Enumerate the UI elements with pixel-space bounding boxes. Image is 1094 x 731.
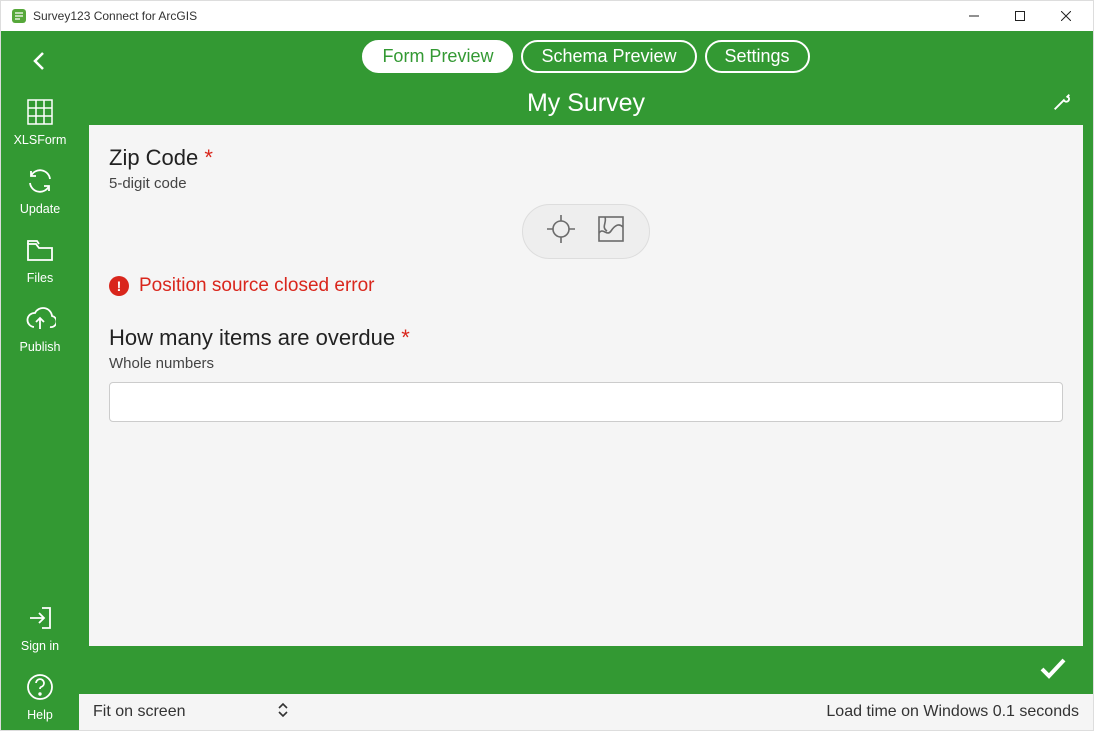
survey-title: My Survey [527, 89, 645, 118]
zoom-mode[interactable]: Fit on screen [93, 703, 185, 721]
question-hint: Whole numbers [109, 355, 1063, 372]
sidebar-item-publish[interactable]: Publish [20, 303, 61, 354]
sidebar-item-label: Files [27, 271, 53, 285]
content-column: Form Preview Schema Preview Settings My … [79, 31, 1093, 730]
overdue-count-input[interactable] [109, 382, 1063, 422]
survey-header: My Survey [89, 81, 1083, 125]
sidebar-item-label: Sign in [21, 639, 59, 653]
main-area: XLSForm Update Files P [1, 31, 1093, 730]
error-message: Position source closed error [109, 275, 1063, 297]
question-overdue-items: How many items are overdue * Whole numbe… [109, 325, 1063, 422]
question-hint: 5-digit code [109, 175, 1063, 192]
back-button[interactable] [28, 49, 52, 78]
sidebar-item-label: Publish [20, 340, 61, 354]
survey-footer [89, 646, 1083, 694]
refresh-icon [24, 165, 56, 197]
sidebar-item-label: XLSForm [14, 133, 67, 147]
locate-button[interactable] [545, 213, 577, 250]
minimize-button[interactable] [951, 1, 997, 31]
spreadsheet-icon [24, 96, 56, 128]
check-icon [1037, 652, 1069, 684]
error-text: Position source closed error [139, 275, 375, 297]
tools-icon[interactable] [1051, 91, 1073, 120]
sidebar-item-label: Update [20, 202, 60, 216]
sidebar: XLSForm Update Files P [1, 31, 79, 730]
sidebar-item-help[interactable]: Help [24, 671, 56, 722]
tab-bar: Form Preview Schema Preview Settings [79, 31, 1093, 81]
sidebar-item-update[interactable]: Update [20, 165, 60, 216]
zoom-stepper[interactable] [275, 702, 291, 723]
required-marker: * [401, 325, 410, 350]
form-preview: My Survey Zip Code * 5-digit code [89, 81, 1083, 694]
question-label: How many items are overdue * [109, 325, 1063, 351]
survey-body: Zip Code * 5-digit code [89, 125, 1083, 646]
sidebar-item-files[interactable]: Files [24, 234, 56, 285]
required-marker: * [204, 145, 213, 170]
sidebar-item-signin[interactable]: Sign in [21, 602, 59, 653]
sidebar-item-xlsform[interactable]: XLSForm [14, 96, 67, 147]
titlebar: Survey123 Connect for ArcGIS [1, 1, 1093, 31]
geopoint-pill [522, 204, 650, 259]
load-time: Load time on Windows 0.1 seconds [826, 703, 1079, 721]
window-title: Survey123 Connect for ArcGIS [33, 9, 197, 23]
geopoint-controls [109, 204, 1063, 259]
folder-icon [24, 234, 56, 266]
tab-schema-preview[interactable]: Schema Preview [521, 40, 696, 73]
submit-button[interactable] [1037, 652, 1069, 689]
sidebar-item-label: Help [27, 708, 53, 722]
tab-form-preview[interactable]: Form Preview [362, 40, 513, 73]
crosshair-icon [545, 213, 577, 245]
question-zip-code: Zip Code * 5-digit code [109, 145, 1063, 192]
cloud-upload-icon [24, 303, 56, 335]
question-label: Zip Code * [109, 145, 1063, 171]
signin-icon [24, 602, 56, 634]
map-icon [595, 213, 627, 245]
maximize-button[interactable] [997, 1, 1043, 31]
map-button[interactable] [595, 213, 627, 250]
app-icon [11, 8, 27, 24]
status-bar: Fit on screen Load time on Windows 0.1 s… [79, 694, 1093, 730]
error-icon [109, 276, 129, 296]
close-button[interactable] [1043, 1, 1089, 31]
help-icon [24, 671, 56, 703]
tab-settings[interactable]: Settings [705, 40, 810, 73]
app-window: Survey123 Connect for ArcGIS XLSForm [0, 0, 1094, 731]
